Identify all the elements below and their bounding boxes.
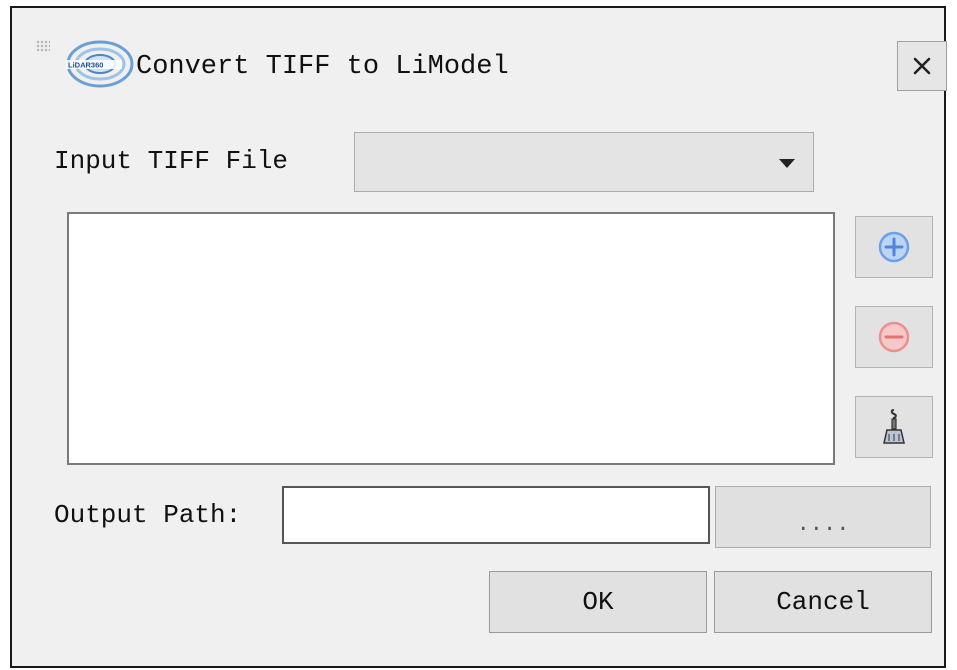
input-tiff-label: Input TIFF File [54,146,289,176]
remove-file-button[interactable] [855,306,933,368]
clear-list-button[interactable] [855,396,933,458]
app-logo: LiDAR360 [66,40,134,88]
minus-circle-icon [878,321,910,353]
cancel-button[interactable]: Cancel [714,571,932,633]
close-button[interactable] [897,41,947,91]
output-path-input[interactable] [282,486,710,544]
broom-icon [883,409,905,444]
close-icon [913,57,931,75]
input-tiff-combobox[interactable] [354,132,814,192]
plus-circle-icon [878,231,910,263]
dropdown-arrow-icon [779,159,795,168]
add-file-button[interactable] [855,216,933,278]
dialog-title: Convert TIFF to LiModel [136,52,509,82]
drag-grip-icon[interactable] [36,40,50,52]
ok-button[interactable]: OK [489,571,707,633]
convert-dialog: LiDAR360 Convert TIFF to LiModel Input T… [10,6,947,668]
tiff-file-list[interactable] [67,212,835,465]
browse-output-button[interactable]: .... [715,486,931,548]
output-path-label: Output Path: [54,500,242,530]
logo-text: LiDAR360 [68,61,103,70]
